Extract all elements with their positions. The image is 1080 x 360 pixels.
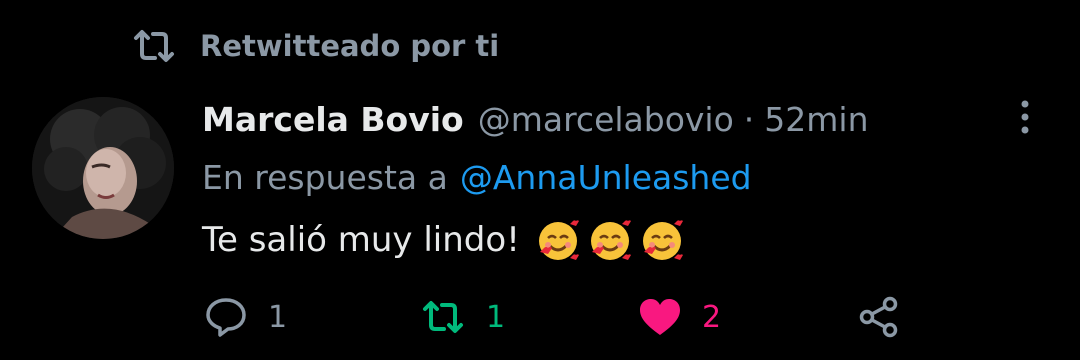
heart-icon bbox=[638, 297, 682, 337]
tweet-text: Te salió muy lindo! bbox=[202, 214, 1040, 266]
retweet-context-label: Retwitteado por ti bbox=[200, 29, 500, 63]
author-handle[interactable]: @marcelabovio bbox=[478, 100, 734, 139]
tweet[interactable]: Marcela Bovio @marcelabovio · 52min En r… bbox=[202, 94, 1040, 266]
separator-dot: · bbox=[743, 99, 755, 139]
reply-count: 1 bbox=[268, 299, 288, 335]
emoji-group bbox=[534, 216, 686, 264]
tweet-header: Marcela Bovio @marcelabovio · 52min bbox=[202, 94, 1040, 144]
retweet-context: Retwitteado por ti bbox=[132, 26, 499, 66]
like-count: 2 bbox=[702, 299, 722, 335]
share-icon bbox=[858, 296, 900, 338]
retweet-icon bbox=[132, 26, 176, 66]
author-name[interactable]: Marcela Bovio bbox=[202, 100, 464, 139]
reply-prefix: En respuesta a bbox=[202, 157, 448, 197]
reply-button[interactable]: 1 bbox=[204, 292, 287, 342]
share-button[interactable] bbox=[858, 292, 900, 342]
more-vertical-icon bbox=[1019, 99, 1031, 139]
avatar[interactable] bbox=[32, 97, 174, 239]
tweet-text-content: Te salió muy lindo! bbox=[202, 220, 520, 260]
smiling-face-with-hearts-icon bbox=[534, 216, 582, 264]
more-options-button[interactable] bbox=[1010, 94, 1040, 144]
reply-mention-link[interactable]: @AnnaUnleashed bbox=[460, 158, 752, 197]
retweet-count: 1 bbox=[486, 299, 506, 335]
reply-context: En respuesta a @AnnaUnleashed bbox=[202, 152, 1040, 202]
retweet-icon bbox=[420, 297, 466, 337]
like-button[interactable]: 2 bbox=[638, 292, 721, 342]
smiling-face-with-hearts-icon bbox=[638, 216, 686, 264]
smiling-face-with-hearts-icon bbox=[586, 216, 634, 264]
reply-icon bbox=[204, 296, 248, 338]
retweet-button[interactable]: 1 bbox=[420, 292, 505, 342]
tweet-timestamp[interactable]: 52min bbox=[764, 100, 868, 139]
tweet-actions: 1 1 2 bbox=[204, 292, 924, 342]
